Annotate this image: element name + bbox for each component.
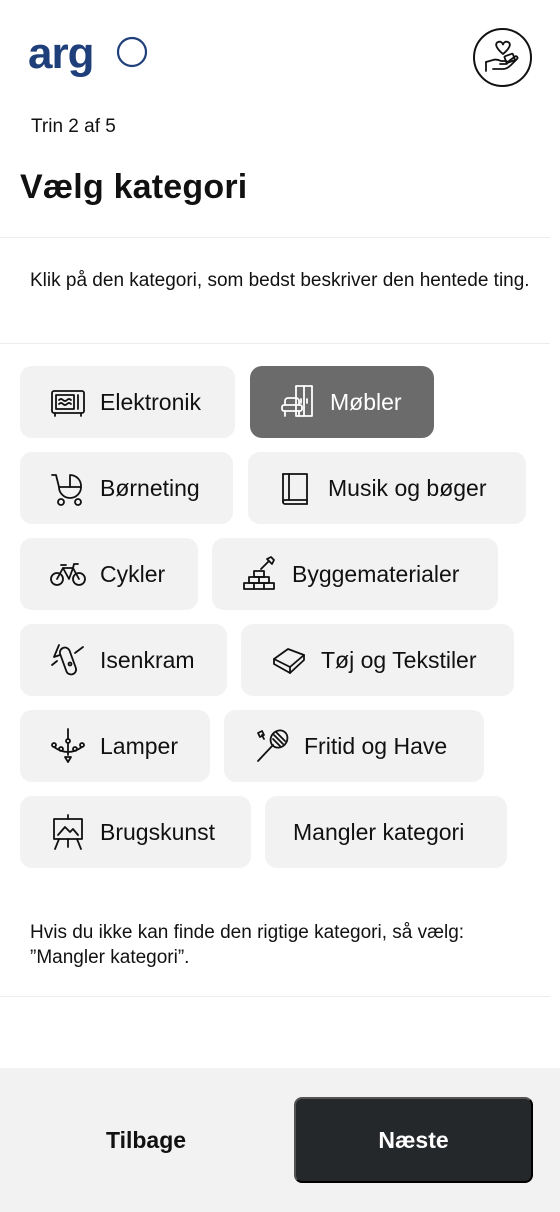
book-icon	[276, 468, 316, 508]
category-label: Fritid og Have	[304, 732, 448, 759]
microwave-icon	[48, 382, 88, 422]
category-label: Møbler	[330, 388, 402, 415]
furniture-icon	[278, 382, 318, 422]
intro-text: Klik på den kategori, som bedst beskrive…	[30, 270, 530, 291]
next-button[interactable]: Næste	[294, 1097, 533, 1183]
divider-bottom	[0, 996, 550, 997]
category-label: Tøj og Tekstiler	[321, 646, 477, 673]
category-label: Børneting	[100, 474, 200, 501]
divider-top	[0, 237, 550, 238]
category-isenkram[interactable]: Isenkram	[20, 624, 227, 696]
stroller-icon	[48, 468, 88, 508]
category-mobler[interactable]: Møbler	[250, 366, 434, 438]
app-header: arg	[0, 0, 560, 100]
badminton-icon	[252, 726, 292, 766]
category-elektronik[interactable]: Elektronik	[20, 366, 235, 438]
easel-icon	[48, 812, 88, 852]
category-label: Mangler kategori	[293, 818, 465, 845]
category-lamper[interactable]: Lamper	[20, 710, 210, 782]
heart-in-hand-icon	[484, 40, 518, 72]
step-indicator: Trin 2 af 5	[31, 116, 116, 137]
help-text: Hvis du ikke kan finde den rigtige kateg…	[30, 922, 465, 968]
argo-logo: arg	[28, 30, 148, 78]
divider-intro	[0, 343, 550, 344]
category-borneting[interactable]: Børneting	[20, 452, 233, 524]
category-brugskunst[interactable]: Brugskunst	[20, 796, 251, 868]
category-label: Musik og bøger	[328, 474, 487, 501]
category-label: Brugskunst	[100, 818, 216, 845]
category-label: Byggematerialer	[292, 560, 460, 587]
category-label: Elektronik	[100, 388, 201, 415]
back-button[interactable]: Tilbage	[40, 1097, 252, 1183]
category-mangler-kategori[interactable]: Mangler kategori	[265, 796, 507, 868]
svg-text:arg: arg	[28, 30, 93, 78]
category-cykler[interactable]: Cykler	[20, 538, 198, 610]
page-title: Vælg kategori	[20, 168, 248, 206]
pocket-knife-icon	[48, 640, 88, 680]
category-label: Lamper	[100, 732, 178, 759]
chandelier-icon	[48, 726, 88, 766]
category-byggematerialer[interactable]: Byggematerialer	[212, 538, 498, 610]
bricks-trowel-icon	[240, 554, 280, 594]
donate-heart-hand-button[interactable]	[473, 28, 532, 87]
folded-cloth-icon	[269, 640, 309, 680]
category-label: Isenkram	[100, 646, 195, 673]
bicycle-icon	[48, 554, 88, 594]
category-musik-og-boger[interactable]: Musik og bøger	[248, 452, 526, 524]
category-fritid-og-have[interactable]: Fritid og Have	[224, 710, 484, 782]
category-toj-og-tekstiler[interactable]: Tøj og Tekstiler	[241, 624, 514, 696]
category-label: Cykler	[100, 560, 166, 587]
